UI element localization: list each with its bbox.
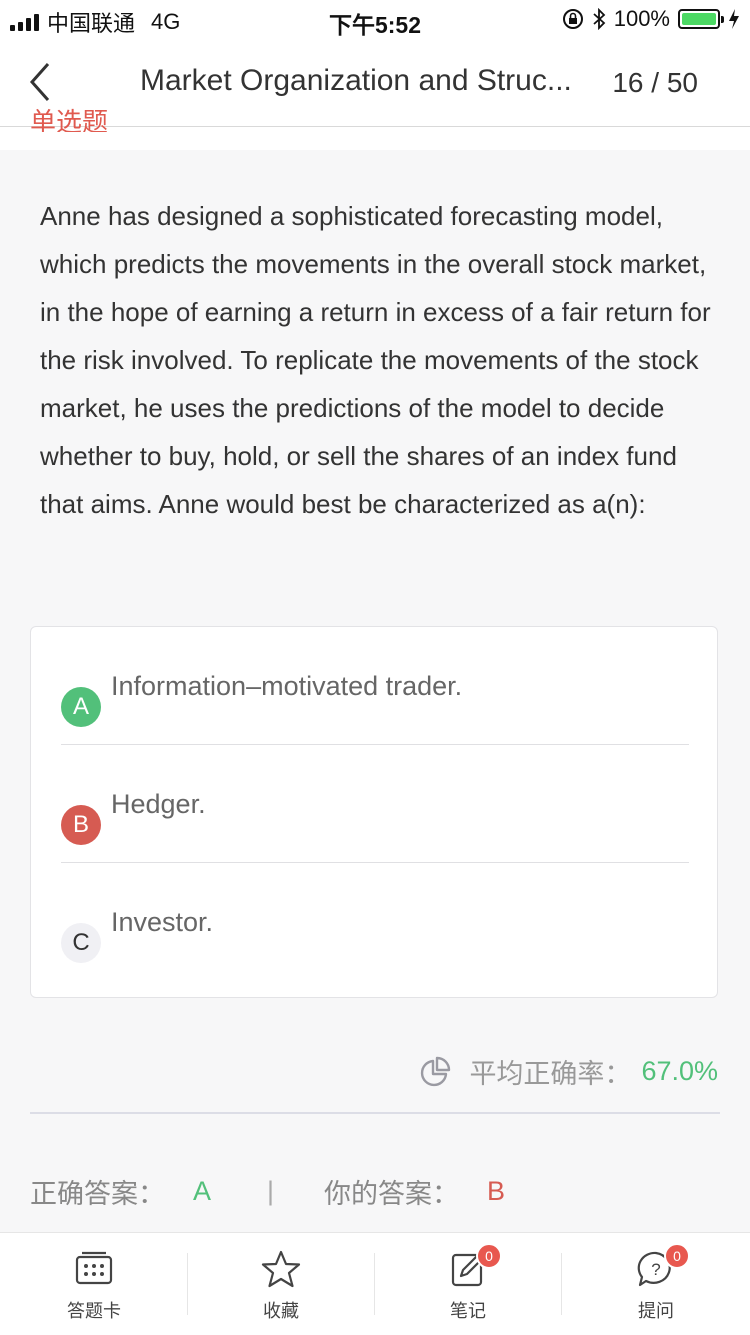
answer-card-icon xyxy=(75,1251,113,1285)
tab-label: 答题卡 xyxy=(67,1301,121,1321)
status-bar: 中国联通 4G 下午5:52 100% xyxy=(0,0,750,40)
answer-separator: | xyxy=(267,1176,275,1206)
divider xyxy=(30,1112,720,1114)
your-answer-label: 你的答案： xyxy=(324,1179,460,1209)
svg-text:?: ? xyxy=(651,1260,660,1279)
tab-label: 提问 xyxy=(638,1301,674,1321)
status-right: 100% xyxy=(562,6,740,32)
correct-answer-label: 正确答案： xyxy=(30,1179,165,1209)
battery-icon xyxy=(678,9,724,29)
accuracy-value: 67.0% xyxy=(641,1056,718,1086)
bluetooth-icon xyxy=(593,8,606,30)
question-text: Anne has designed a sophisticated foreca… xyxy=(40,201,711,519)
option-text: Investor. xyxy=(111,907,214,937)
question-counter: 16 / 50 xyxy=(612,67,698,98)
option-letter-badge: B xyxy=(61,805,101,845)
bottom-tab-bar: 答题卡 收藏 0 笔记 ? 0 提问 xyxy=(0,1232,750,1335)
option-c[interactable]: C Investor. xyxy=(61,863,689,981)
pie-chart-icon xyxy=(421,1056,451,1086)
option-text: Hedger. xyxy=(111,789,206,819)
nav-bar: Market Organization and Struc... 16 / 50 xyxy=(0,40,750,127)
option-text: Information–motivated trader. xyxy=(111,671,463,701)
option-letter-badge: A xyxy=(61,687,101,727)
star-icon xyxy=(261,1250,301,1288)
back-icon[interactable] xyxy=(22,62,62,102)
option-a[interactable]: A Information–motivated trader. xyxy=(61,627,689,745)
questions-count-badge: 0 xyxy=(664,1243,690,1269)
question-panel: Anne has designed a sophisticated foreca… xyxy=(0,150,750,1232)
answer-summary: 正确答案： A | 你的答案： B xyxy=(30,1172,720,1211)
page-title: Market Organization and Struc... xyxy=(140,64,572,97)
accuracy-label: 平均正确率： xyxy=(469,1059,632,1089)
correct-answer-value: A xyxy=(193,1176,212,1206)
tab-ask[interactable]: ? 0 提问 xyxy=(562,1233,750,1335)
battery-percent: 100% xyxy=(613,6,670,31)
tab-label: 收藏 xyxy=(263,1301,299,1321)
average-accuracy: 平均正确率： 67.0% xyxy=(419,1052,718,1091)
tab-label: 笔记 xyxy=(450,1301,486,1321)
tab-favorite[interactable]: 收藏 xyxy=(187,1233,375,1335)
question-type-label: 单选题 xyxy=(30,108,109,132)
tab-notes[interactable]: 0 笔记 xyxy=(374,1233,562,1335)
charging-icon xyxy=(729,9,739,29)
notes-count-badge: 0 xyxy=(476,1243,502,1269)
option-letter-badge: C xyxy=(61,923,101,963)
options-card: A Information–motivated trader. B Hedger… xyxy=(30,626,718,998)
option-b[interactable]: B Hedger. xyxy=(61,745,689,863)
orientation-lock-icon xyxy=(562,9,583,29)
tab-answer-card[interactable]: 答题卡 xyxy=(0,1233,188,1335)
your-answer-value: B xyxy=(487,1176,506,1206)
